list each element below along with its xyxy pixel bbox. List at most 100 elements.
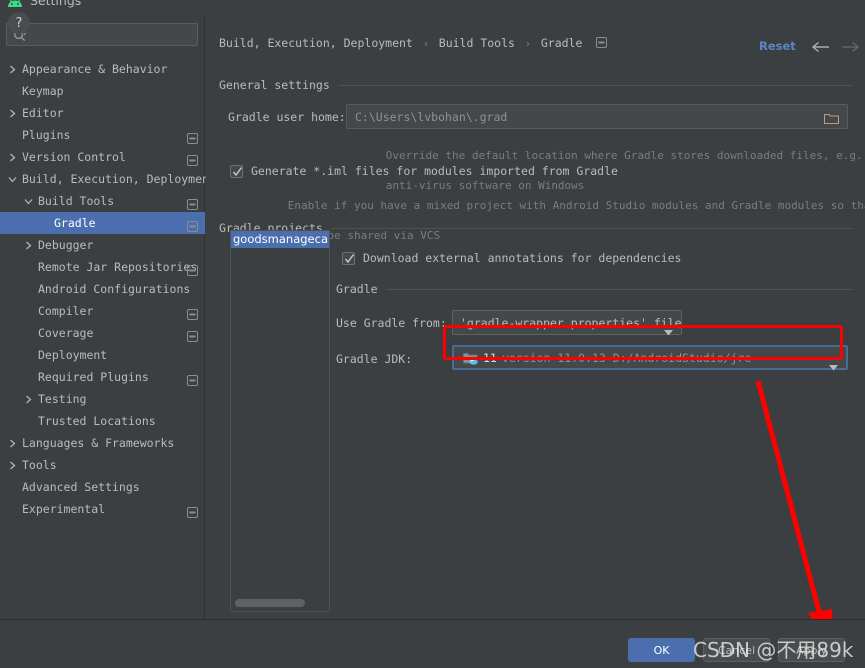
project-settings-badge-icon	[187, 195, 198, 210]
project-settings-badge-icon	[187, 151, 198, 166]
breadcrumb-part-3[interactable]: Gradle	[541, 36, 583, 50]
sidebar-item-deployment[interactable]: Deployment	[0, 344, 205, 366]
help-circle-icon[interactable]: ?	[8, 12, 30, 34]
sidebar-item-build-tools[interactable]: Build Tools	[0, 190, 205, 212]
reset-link[interactable]: Reset	[759, 39, 796, 53]
chevron-down-icon[interactable]	[22, 195, 35, 208]
section-divider	[337, 84, 853, 86]
breadcrumb: Build, Execution, Deployment › Build Too…	[219, 36, 608, 51]
chevron-down-icon	[829, 356, 838, 375]
sidebar-item-trusted-locations[interactable]: Trusted Locations	[0, 410, 205, 432]
chevron-right-icon[interactable]	[6, 437, 19, 450]
generate-iml-hint-line-1: Enable if you have a mixed project with …	[287, 199, 865, 212]
arrow-left-icon[interactable]	[811, 39, 831, 58]
sidebar-item-label: Advanced Settings	[22, 480, 140, 494]
sidebar-item-advanced-settings[interactable]: Advanced Settings	[0, 476, 205, 498]
search-input[interactable]	[33, 24, 193, 45]
sidebar-item-tools[interactable]: Tools	[0, 454, 205, 476]
settings-dialog: Settings Appearance & Behavior Keymap Edit…	[0, 0, 865, 668]
sidebar-search[interactable]	[6, 23, 198, 46]
sidebar-item-label: Debugger	[38, 238, 94, 252]
sidebar-item-editor[interactable]: Editor	[0, 102, 205, 124]
gradle-project-list[interactable]: goodsmanagecabin	[230, 230, 330, 612]
project-settings-badge-icon	[187, 217, 198, 232]
chevron-down-icon[interactable]	[6, 173, 19, 186]
sidebar-item-testing[interactable]: Testing	[0, 388, 205, 410]
list-item[interactable]: goodsmanagecabin	[231, 231, 329, 248]
settings-sidebar: Appearance & Behavior Keymap Editor Plugins…	[0, 14, 216, 619]
gradle-subsection-title: Gradle	[336, 282, 378, 296]
apply-button[interactable]: Apply	[778, 638, 845, 662]
sidebar-item-label: Languages & Frameworks	[22, 436, 175, 450]
project-settings-badge-icon	[187, 129, 198, 144]
sidebar-item-keymap[interactable]: Keymap	[0, 80, 205, 102]
sidebar-item-version-control[interactable]: Version Control	[0, 146, 205, 168]
sidebar-item-compiler[interactable]: Compiler	[0, 300, 205, 322]
generate-iml-checkbox-row[interactable]: Generate *.iml files for modules importe…	[230, 164, 618, 178]
sidebar-item-label: Deployment	[38, 348, 108, 362]
sidebar-item-appearance-behavior[interactable]: Appearance & Behavior	[0, 58, 205, 80]
folder-browse-icon[interactable]	[823, 110, 840, 129]
project-settings-badge-icon	[187, 327, 198, 342]
breadcrumb-separator-1: ›	[422, 39, 429, 50]
section-divider	[330, 227, 853, 229]
breadcrumb-part-1[interactable]: Build, Execution, Deployment	[219, 36, 413, 50]
sidebar-item-label: Android Configurations	[38, 282, 191, 296]
sidebar-item-experimental[interactable]: Experimental	[0, 498, 205, 520]
gradle-jdk-label: Gradle JDK:	[336, 352, 413, 366]
gradle-subsection-header: Gradle	[336, 282, 853, 296]
sidebar-item-android-configurations[interactable]: Android Configurations	[0, 278, 205, 300]
chevron-right-icon[interactable]	[22, 393, 35, 406]
generate-iml-checkbox[interactable]	[230, 164, 243, 178]
gradle-user-home-value: C:\Users\lvbohan\.grad	[355, 109, 508, 124]
gradle-jdk-dropdown[interactable]: 11 version 11.0.13 D:/AndroidStudio/jre	[452, 345, 848, 370]
chevron-right-icon[interactable]	[6, 151, 19, 164]
use-gradle-from-value: 'gradle-wrapper.properties' file	[460, 315, 682, 330]
sidebar-item-languages-frameworks[interactable]: Languages & Frameworks	[0, 432, 205, 454]
sidebar-item-label: Build, Execution, Deployment	[22, 172, 216, 186]
settings-tree: Appearance & Behavior Keymap Editor Plugins…	[0, 58, 216, 520]
project-settings-badge-icon	[187, 503, 198, 518]
sidebar-item-remote-jar-repositories[interactable]: Remote Jar Repositories	[0, 256, 205, 278]
chevron-down-icon	[664, 321, 673, 340]
sidebar-item-required-plugins[interactable]: Required Plugins	[0, 366, 205, 388]
download-annotations-checkbox[interactable]	[342, 251, 355, 265]
sidebar-item-label: Gradle	[54, 216, 96, 230]
sidebar-item-label: Required Plugins	[38, 370, 149, 384]
sidebar-item-label: Compiler	[38, 304, 94, 318]
general-settings-section-header: General settings	[219, 78, 853, 92]
breadcrumb-separator-2: ›	[524, 39, 531, 50]
general-settings-title: General settings	[219, 78, 330, 92]
breadcrumb-part-2[interactable]: Build Tools	[439, 36, 515, 50]
chevron-right-icon[interactable]	[6, 459, 19, 472]
horizontal-scrollbar[interactable]	[235, 599, 305, 607]
sidebar-item-gradle[interactable]: Gradle	[0, 212, 205, 234]
ok-button[interactable]: OK	[628, 638, 695, 662]
chevron-right-icon[interactable]	[6, 63, 19, 76]
project-settings-badge-icon	[596, 37, 608, 51]
project-settings-badge-icon	[187, 261, 198, 276]
java-folder-icon	[463, 351, 479, 370]
gradle-jdk-path: version 11.0.13 D:/AndroidStudio/jre	[502, 351, 752, 365]
chevron-right-icon[interactable]	[22, 239, 35, 252]
sidebar-item-label: Keymap	[22, 84, 64, 98]
sidebar-item-debugger[interactable]: Debugger	[0, 234, 205, 256]
download-annotations-checkbox-row[interactable]: Download external annotations for depend…	[342, 251, 682, 265]
chevron-right-icon[interactable]	[6, 107, 19, 120]
sidebar-item-coverage[interactable]: Coverage	[0, 322, 205, 344]
sidebar-item-label: Trusted Locations	[38, 414, 156, 428]
use-gradle-from-dropdown[interactable]: 'gradle-wrapper.properties' file	[452, 310, 682, 335]
cancel-button[interactable]: Cancel	[703, 638, 770, 662]
gradle-user-home-field[interactable]: C:\Users\lvbohan\.grad	[346, 104, 848, 129]
sidebar-item-build-execution-deployment[interactable]: Build, Execution, Deployment	[0, 168, 216, 190]
window-title: Settings	[30, 0, 82, 8]
sidebar-item-plugins[interactable]: Plugins	[0, 124, 205, 146]
